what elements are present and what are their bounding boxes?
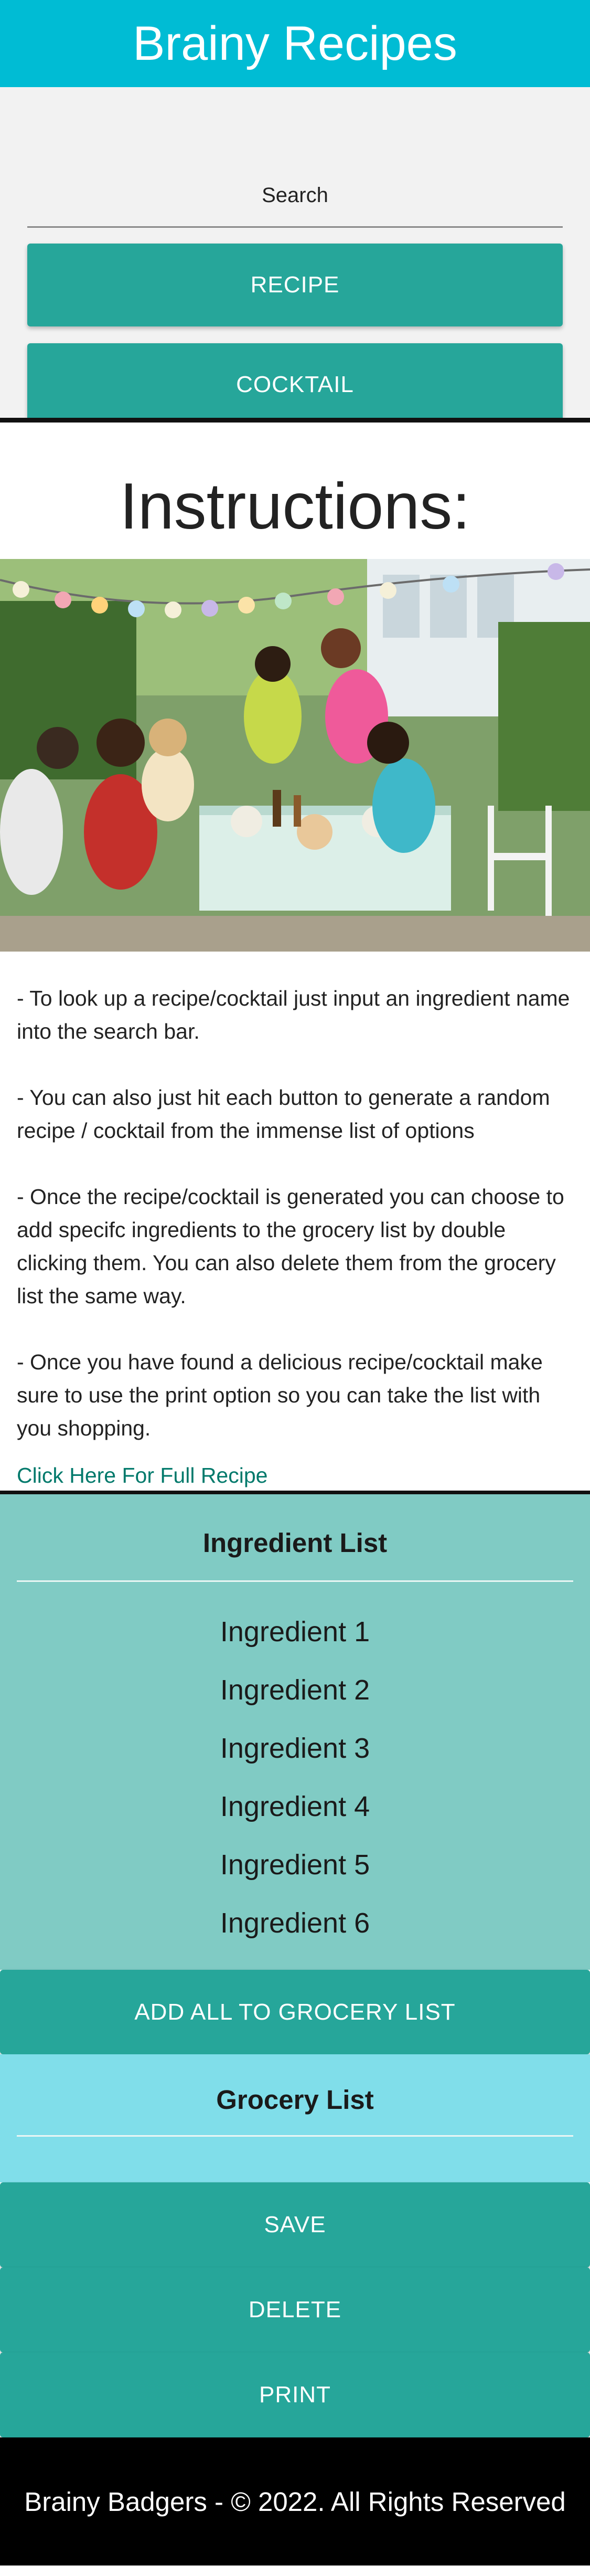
- delete-button[interactable]: DELETE: [0, 2267, 590, 2352]
- ingredient-list-heading: Ingredient List: [202, 1528, 388, 1558]
- print-button[interactable]: PRINT: [0, 2352, 590, 2437]
- instruction-paragraph-3: - Once the recipe/cocktail is generated …: [17, 1185, 564, 1308]
- add-all-to-grocery-button[interactable]: ADD ALL TO GROCERY LIST: [0, 1970, 590, 2054]
- recipe-button[interactable]: RECIPE: [27, 244, 563, 326]
- instructions-section: Instructions: - To look up a recipe/cock…: [0, 423, 590, 1491]
- instruction-paragraph-4: - Once you have found a delicious recipe…: [17, 1350, 543, 1440]
- instruction-paragraph-2: - You can also just hit each button to g…: [17, 1085, 550, 1143]
- ingredient-item[interactable]: Ingredient 6: [0, 1894, 590, 1952]
- ingredient-item[interactable]: Ingredient 3: [0, 1719, 590, 1778]
- section-divider: [0, 1491, 590, 1494]
- grocery-list-panel: Grocery List: [0, 2054, 590, 2182]
- page-footer: Brainy Badgers - © 2022. All Rights Rese…: [0, 2437, 590, 2566]
- app-title: Brainy Recipes: [133, 16, 457, 70]
- cocktail-button[interactable]: COCKTAIL: [27, 343, 563, 426]
- full-recipe-link[interactable]: Click Here For Full Recipe: [0, 1459, 590, 1491]
- grocery-list-heading: Grocery List: [216, 2085, 374, 2115]
- footer-text: Brainy Badgers - © 2022. All Rights Rese…: [24, 2486, 566, 2517]
- ingredient-item[interactable]: Ingredient 2: [0, 1661, 590, 1719]
- ingredient-item[interactable]: Ingredient 5: [0, 1836, 590, 1894]
- party-photo: [0, 559, 590, 952]
- search-input[interactable]: [27, 150, 563, 228]
- instruction-paragraph-1: - To look up a recipe/cocktail just inpu…: [17, 986, 570, 1043]
- ingredient-item[interactable]: Ingredient 4: [0, 1778, 590, 1836]
- ingredient-item[interactable]: Ingredient 1: [0, 1603, 590, 1661]
- save-button[interactable]: SAVE: [0, 2182, 590, 2267]
- search-wrapper: [27, 87, 563, 228]
- ingredient-rule: [17, 1580, 573, 1582]
- ingredient-list: Ingredient 1 Ingredient 2 Ingredient 3 I…: [0, 1603, 590, 1952]
- section-divider: [0, 418, 590, 423]
- instructions-title: Instructions:: [120, 470, 470, 543]
- search-panel: RECIPE COCKTAIL: [0, 87, 590, 426]
- app-header: Brainy Recipes: [0, 0, 590, 87]
- instructions-text: - To look up a recipe/cocktail just inpu…: [0, 952, 590, 1445]
- ingredient-list-panel: Ingredient List Ingredient 1 Ingredient …: [0, 1494, 590, 1970]
- grocery-rule: [17, 2135, 573, 2137]
